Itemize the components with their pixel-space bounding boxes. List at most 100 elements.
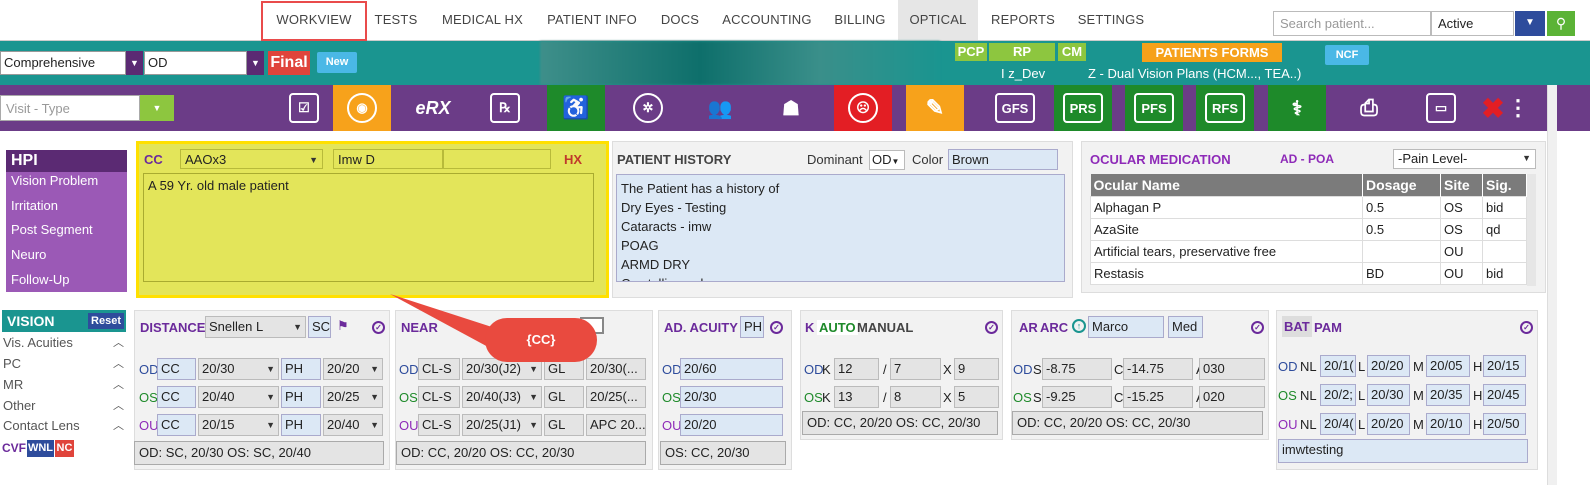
head-book-icon[interactable]: ☗ <box>762 85 820 131</box>
status-select[interactable]: Active <box>1431 11 1514 36</box>
eye-color-field[interactable]: Brown <box>948 149 1058 170</box>
gl-field[interactable]: GL <box>544 414 584 436</box>
axis-field[interactable]: 5 <box>954 386 999 408</box>
ncf-button[interactable]: NCF <box>1325 45 1369 65</box>
hpi-item-post-segment[interactable]: Post Segment <box>11 222 93 237</box>
ph-field[interactable]: PH <box>281 386 321 408</box>
cc-field-b[interactable]: Imw D <box>333 149 443 169</box>
ad-acuity-summary[interactable]: OS: CC, 20/30 <box>660 441 786 465</box>
h-field[interactable]: 20/15 <box>1483 355 1526 377</box>
ar-name-field[interactable]: Marco <box>1088 316 1164 338</box>
vision-item-mr[interactable]: MR <box>3 377 23 392</box>
table-row[interactable]: Restasis BD OU bid <box>1090 261 1527 285</box>
vision-item-pc[interactable]: PC <box>3 356 21 371</box>
acuity-select[interactable]: 20/15 ▼ <box>198 414 279 436</box>
h-field[interactable]: 20/50 <box>1483 413 1526 435</box>
eye-scan-icon[interactable]: ◉ <box>333 85 391 131</box>
gfs-button[interactable]: GFS <box>986 85 1044 131</box>
team-icon[interactable]: ⚕ <box>1268 85 1326 131</box>
near-acuity-select[interactable]: 20/40(J3) ▼ <box>462 386 542 408</box>
k1-field[interactable]: 12 <box>834 358 879 380</box>
scrollbar[interactable] <box>1547 85 1557 485</box>
ad-acuity-field[interactable]: 20/30 <box>680 386 783 408</box>
hx-label[interactable]: HX <box>564 152 582 167</box>
exam-chair-icon[interactable]: ♿ <box>547 85 605 131</box>
ph-acuity-select[interactable]: 20/20 ▼ <box>323 358 383 380</box>
chevron-up-icon[interactable]: ︿ <box>113 355 124 371</box>
final-button[interactable]: Final <box>268 51 310 75</box>
cc-field-c[interactable] <box>443 149 551 169</box>
nl-field[interactable]: 20/2; <box>1320 384 1356 406</box>
sphere-field[interactable]: -8.75 <box>1042 358 1112 380</box>
axis-field[interactable]: 9 <box>954 358 999 380</box>
hpi-item-neuro[interactable]: Neuro <box>11 247 46 262</box>
nl-field[interactable]: 20/4( <box>1320 413 1356 435</box>
axis-field[interactable]: 030 <box>1199 358 1265 380</box>
tab-docs[interactable]: DOCS <box>650 0 710 40</box>
ph-field[interactable]: PH <box>281 358 321 380</box>
m-field[interactable]: 20/35 <box>1426 384 1470 406</box>
prescription-icon[interactable]: ℞ <box>476 85 534 131</box>
eye-select[interactable]: OD <box>144 51 247 75</box>
vision-item-vis-acuities[interactable]: Vis. Acuities <box>3 335 73 350</box>
correction-field[interactable]: CC <box>157 414 196 436</box>
search-icon[interactable]: ⚲ <box>1547 11 1575 36</box>
more-options-icon[interactable]: ⋮ <box>1507 85 1529 131</box>
scalpel-icon[interactable]: ✎ <box>906 85 964 131</box>
ar-med-field[interactable]: Med <box>1168 316 1203 338</box>
rfs-button[interactable]: RFS <box>1196 85 1254 131</box>
near-summary[interactable]: OD: CC, 20/20 OS: CC, 20/30 <box>396 441 646 465</box>
m-field[interactable]: 20/05 <box>1426 355 1470 377</box>
exam-type-select[interactable]: Comprehensive <box>0 51 126 75</box>
hpi-item-irritation[interactable]: Irritation <box>11 198 58 213</box>
sc-toggle[interactable]: SC <box>308 316 331 338</box>
network-icon[interactable]: ✲ <box>619 85 677 131</box>
tab-billing[interactable]: BILLING <box>822 0 898 40</box>
correction-field[interactable]: CL-S <box>418 386 460 408</box>
chevron-up-icon[interactable]: ︿ <box>113 417 124 433</box>
checklist-icon[interactable]: ☑ <box>275 85 333 131</box>
l-field[interactable]: 20/30 <box>1367 384 1410 406</box>
tab-patient-info[interactable]: PATIENT INFO <box>537 0 647 40</box>
correction-field[interactable]: CC <box>157 386 196 408</box>
rp-tag[interactable]: RP <box>989 43 1055 61</box>
check-circle-icon[interactable]: ✓ <box>985 321 998 334</box>
axis-field[interactable]: 020 <box>1199 386 1265 408</box>
chevron-up-icon[interactable]: ︿ <box>113 334 124 350</box>
cc-textarea[interactable]: A 59 Yr. old male patient <box>143 173 594 282</box>
ph-acuity-select[interactable]: 20/40 ▼ <box>323 414 383 436</box>
near-gl-acuity[interactable]: 20/25(... <box>586 386 646 408</box>
cylinder-field[interactable]: -15.25 <box>1123 386 1193 408</box>
correction-field[interactable]: CL-S <box>418 414 460 436</box>
ad-acuity-field[interactable]: 20/60 <box>680 358 783 380</box>
face-icon[interactable]: ☹ <box>834 85 892 131</box>
patients-forms-button[interactable]: PATIENTS FORMS <box>1142 43 1282 62</box>
l-field[interactable]: 20/20 <box>1367 413 1410 435</box>
patient-history-textarea[interactable]: The Patient has a history of Dry Eyes - … <box>616 174 1065 282</box>
k-summary[interactable]: OD: CC, 20/20 OS: CC, 20/30 <box>802 411 998 435</box>
tab-reports[interactable]: REPORTS <box>982 0 1064 40</box>
monitor-icon[interactable]: ▭ <box>1412 85 1470 131</box>
prs-button[interactable]: PRS <box>1054 85 1112 131</box>
sphere-field[interactable]: -9.25 <box>1042 386 1112 408</box>
chevron-down-icon[interactable]: ▼ <box>140 95 174 121</box>
k1-field[interactable]: 13 <box>834 386 879 408</box>
chevron-down-icon[interactable]: ▼ <box>1515 11 1545 36</box>
bat-notes[interactable]: imwtesting <box>1278 439 1528 463</box>
dominant-select[interactable]: OD▼ <box>869 150 905 170</box>
hpi-item-vision-problem[interactable]: Vision Problem <box>11 173 98 188</box>
check-circle-icon[interactable]: ✓ <box>770 321 783 334</box>
manual-toggle[interactable]: MANUAL <box>857 320 913 335</box>
h-field[interactable]: 20/45 <box>1483 384 1526 406</box>
vision-item-other[interactable]: Other <box>3 398 36 413</box>
check-circle-icon[interactable]: ✓ <box>1520 321 1533 334</box>
arrow-up-icon[interactable]: ↑ <box>1072 319 1086 333</box>
scrollbar[interactable] <box>1527 174 1536 286</box>
pain-level-select[interactable]: -Pain Level- ▼ <box>1393 149 1536 169</box>
acuity-select[interactable]: 20/40 ▼ <box>198 386 279 408</box>
ph-toggle[interactable]: PH <box>740 316 764 338</box>
flag-icon[interactable]: ⚑ <box>337 318 349 334</box>
table-row[interactable]: Alphagan P 0.5 OS bid <box>1090 195 1527 219</box>
erx-icon[interactable]: eRX <box>404 85 462 131</box>
correction-field[interactable]: CL-S <box>418 358 460 380</box>
